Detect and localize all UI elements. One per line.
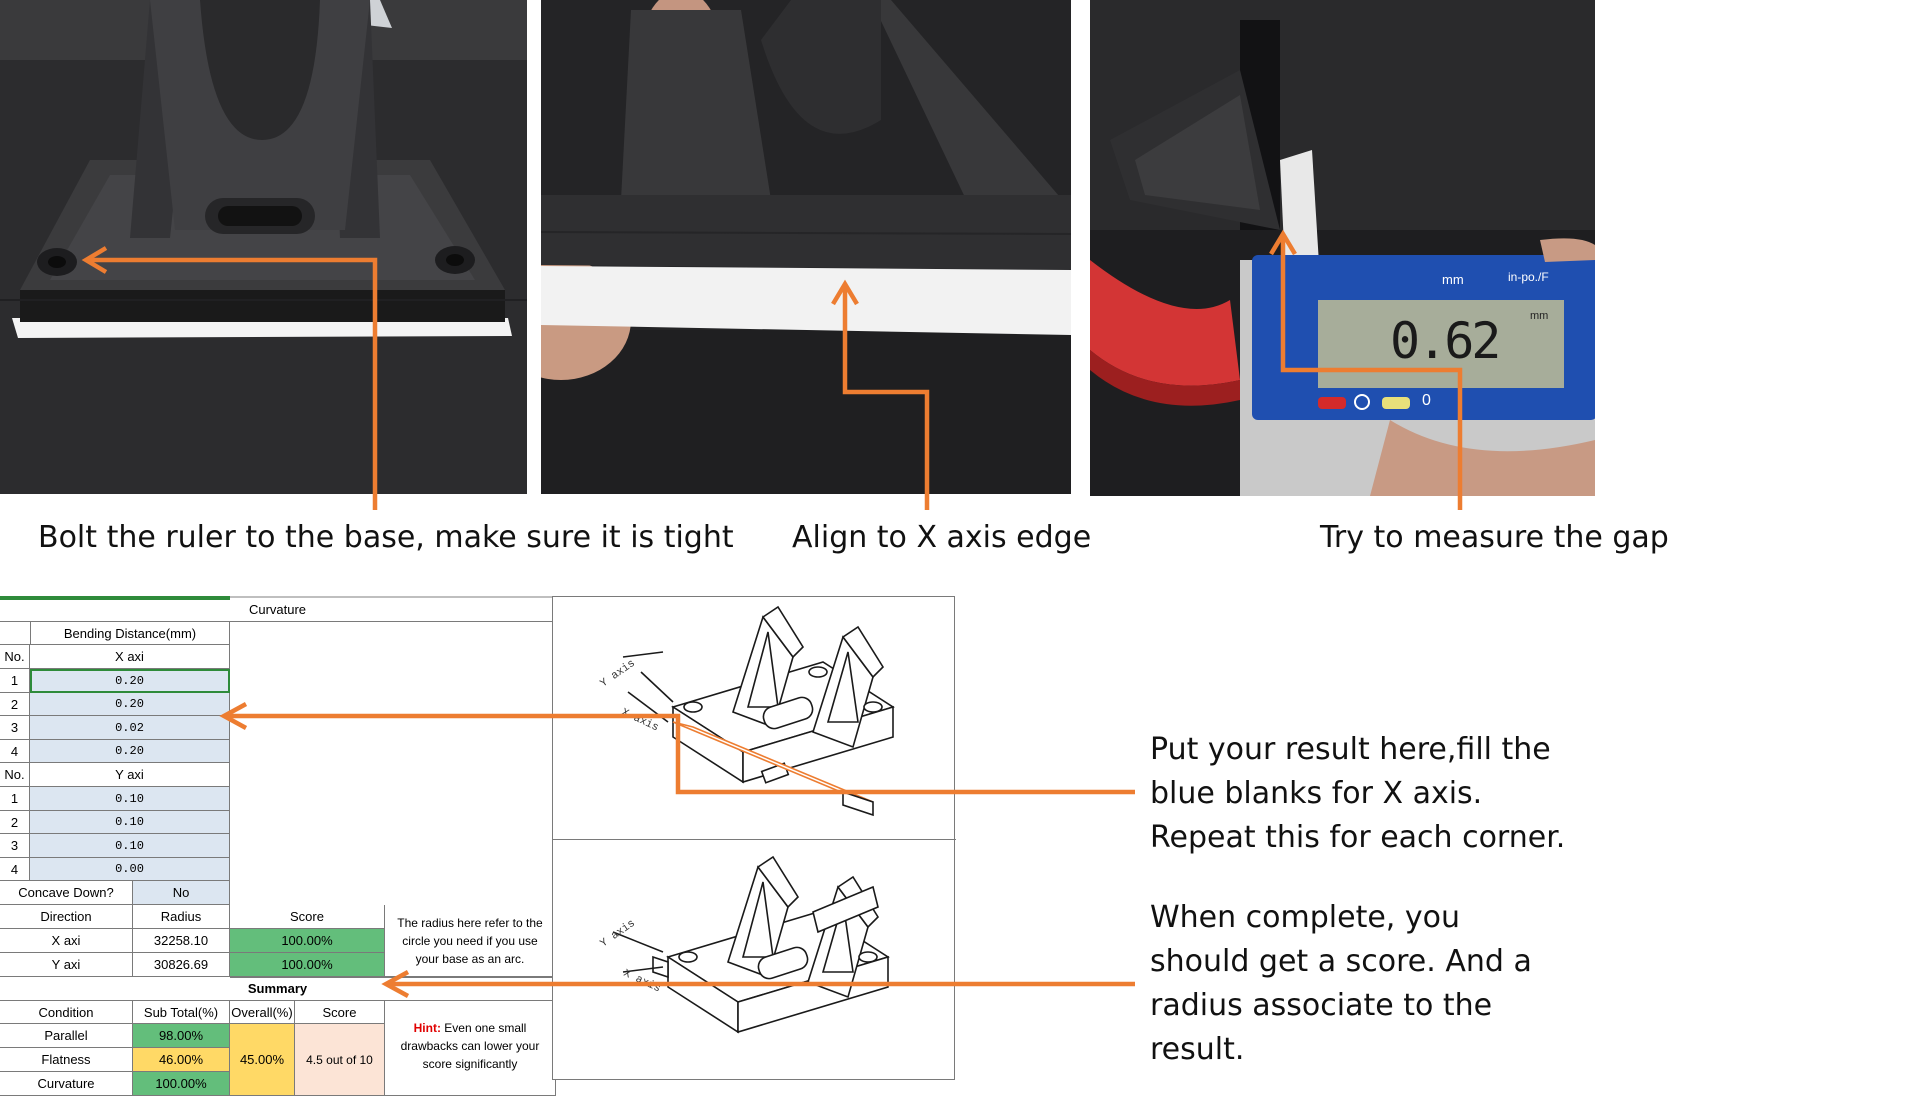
drawing-bottom <box>612 855 890 1034</box>
caliper-unit-top: mm <box>1442 272 1464 287</box>
row-number: 1 <box>0 669 30 693</box>
row-number: 3 <box>0 716 30 740</box>
spacer <box>0 622 30 645</box>
note-put-result: Put your result here,fill the blue blank… <box>1150 728 1565 860</box>
radius-note: The radius here refer to the circle you … <box>385 905 556 977</box>
y-axi-direction: Y axi <box>0 953 133 977</box>
condition-header: Condition <box>0 1001 133 1024</box>
photo-bolted-ruler <box>0 0 527 494</box>
caption-align-edge: Align to X axis edge <box>792 520 1092 555</box>
radius-header: Radius <box>133 905 230 929</box>
caliper-reading: 0.62 <box>1390 312 1501 370</box>
condition-curvature: Curvature <box>0 1072 133 1096</box>
note-when-complete: When complete, you should get a score. A… <box>1150 896 1532 1072</box>
no-label: No. <box>0 645 30 669</box>
isometric-drawings-panel: Y axis X axis Y axis X axis <box>552 596 956 1080</box>
condition-flatness: Flatness <box>0 1048 133 1072</box>
drawing-top <box>622 605 895 817</box>
x-value-cell-2[interactable]: 0.20 <box>30 693 230 716</box>
x-axi-radius: 32258.10 <box>133 929 230 953</box>
x-value-cell-4[interactable]: 0.20 <box>30 740 230 763</box>
drawing-top-y-axis-label: Y axis <box>598 658 637 691</box>
overall-value: 45.00% <box>230 1024 295 1096</box>
score-header: Score <box>230 905 385 929</box>
subtotal-header: Sub Total(%) <box>133 1001 230 1024</box>
note-line: radius associate to the <box>1150 988 1493 1023</box>
row-number: 2 <box>0 811 30 834</box>
caption-bolt-ruler: Bolt the ruler to the base, make sure it… <box>38 520 734 555</box>
row-number: 4 <box>0 740 30 763</box>
caption-measure-gap: Try to measure the gap <box>1320 520 1669 555</box>
score-summary-header: Score <box>295 1001 385 1024</box>
y-value-cell-4[interactable]: 0.00 <box>30 858 230 881</box>
note-line: result. <box>1150 1032 1245 1067</box>
concave-down-value[interactable]: No <box>133 881 230 905</box>
photo-caliper: mm in-po./F mm 0.62 0 <box>1090 0 1595 496</box>
caliper-display-unit: mm <box>1530 310 1549 322</box>
y-axi-score: 100.00% <box>230 953 385 977</box>
hint-box: Hint: Even one small drawbacks can lower… <box>385 1001 556 1096</box>
y-axi-label: Y axi <box>30 763 230 787</box>
y-value-cell-3[interactable]: 0.10 <box>30 834 230 858</box>
row-number: 1 <box>0 787 30 811</box>
row-number: 3 <box>0 834 30 858</box>
row-number: 2 <box>0 693 30 716</box>
overall-header: Overall(%) <box>230 1001 295 1024</box>
header-bending-distance: Bending Distance(mm) <box>30 622 230 645</box>
y-value-cell-1[interactable]: 0.10 <box>30 787 230 811</box>
x-value-cell-3[interactable]: 0.02 <box>30 716 230 740</box>
y-axi-radius: 30826.69 <box>133 953 230 977</box>
row-number: 4 <box>0 858 30 881</box>
subtotal-flatness: 46.00% <box>133 1048 230 1072</box>
summary-header: Summary <box>0 977 556 1001</box>
curvature-spreadsheet: Curvature Bending Distance(mm) No. X axi… <box>0 596 556 1096</box>
condition-parallel: Parallel <box>0 1024 133 1048</box>
note-line: Put your result here,fill the <box>1150 732 1551 767</box>
drawing-bottom-y-axis-label: Y axis <box>598 918 637 951</box>
x-value-cell-1[interactable]: 0.20 <box>30 669 230 693</box>
direction-header: Direction <box>0 905 133 929</box>
note-line: When complete, you <box>1150 900 1461 935</box>
score-value: 4.5 out of 10 <box>295 1024 385 1096</box>
x-axi-label: X axi <box>30 645 230 669</box>
header-curvature: Curvature <box>0 598 556 622</box>
note-line: blue blanks for X axis. <box>1150 776 1483 811</box>
note-line: should get a score. And a <box>1150 944 1532 979</box>
x-axi-score: 100.00% <box>230 929 385 953</box>
subtotal-curvature: 100.00% <box>133 1072 230 1096</box>
x-axi-direction: X axi <box>0 929 133 953</box>
y-value-cell-2[interactable]: 0.10 <box>30 811 230 834</box>
concave-down-label: Concave Down? <box>0 881 133 905</box>
hint-label: Hint: <box>413 1021 441 1035</box>
no-label: No. <box>0 763 30 787</box>
caliper-unit-right: in-po./F <box>1508 270 1549 284</box>
photo-align-edge <box>541 0 1071 494</box>
caliper-zero-label: 0 <box>1422 392 1431 409</box>
subtotal-parallel: 98.00% <box>133 1024 230 1048</box>
note-line: Repeat this for each corner. <box>1150 820 1566 855</box>
